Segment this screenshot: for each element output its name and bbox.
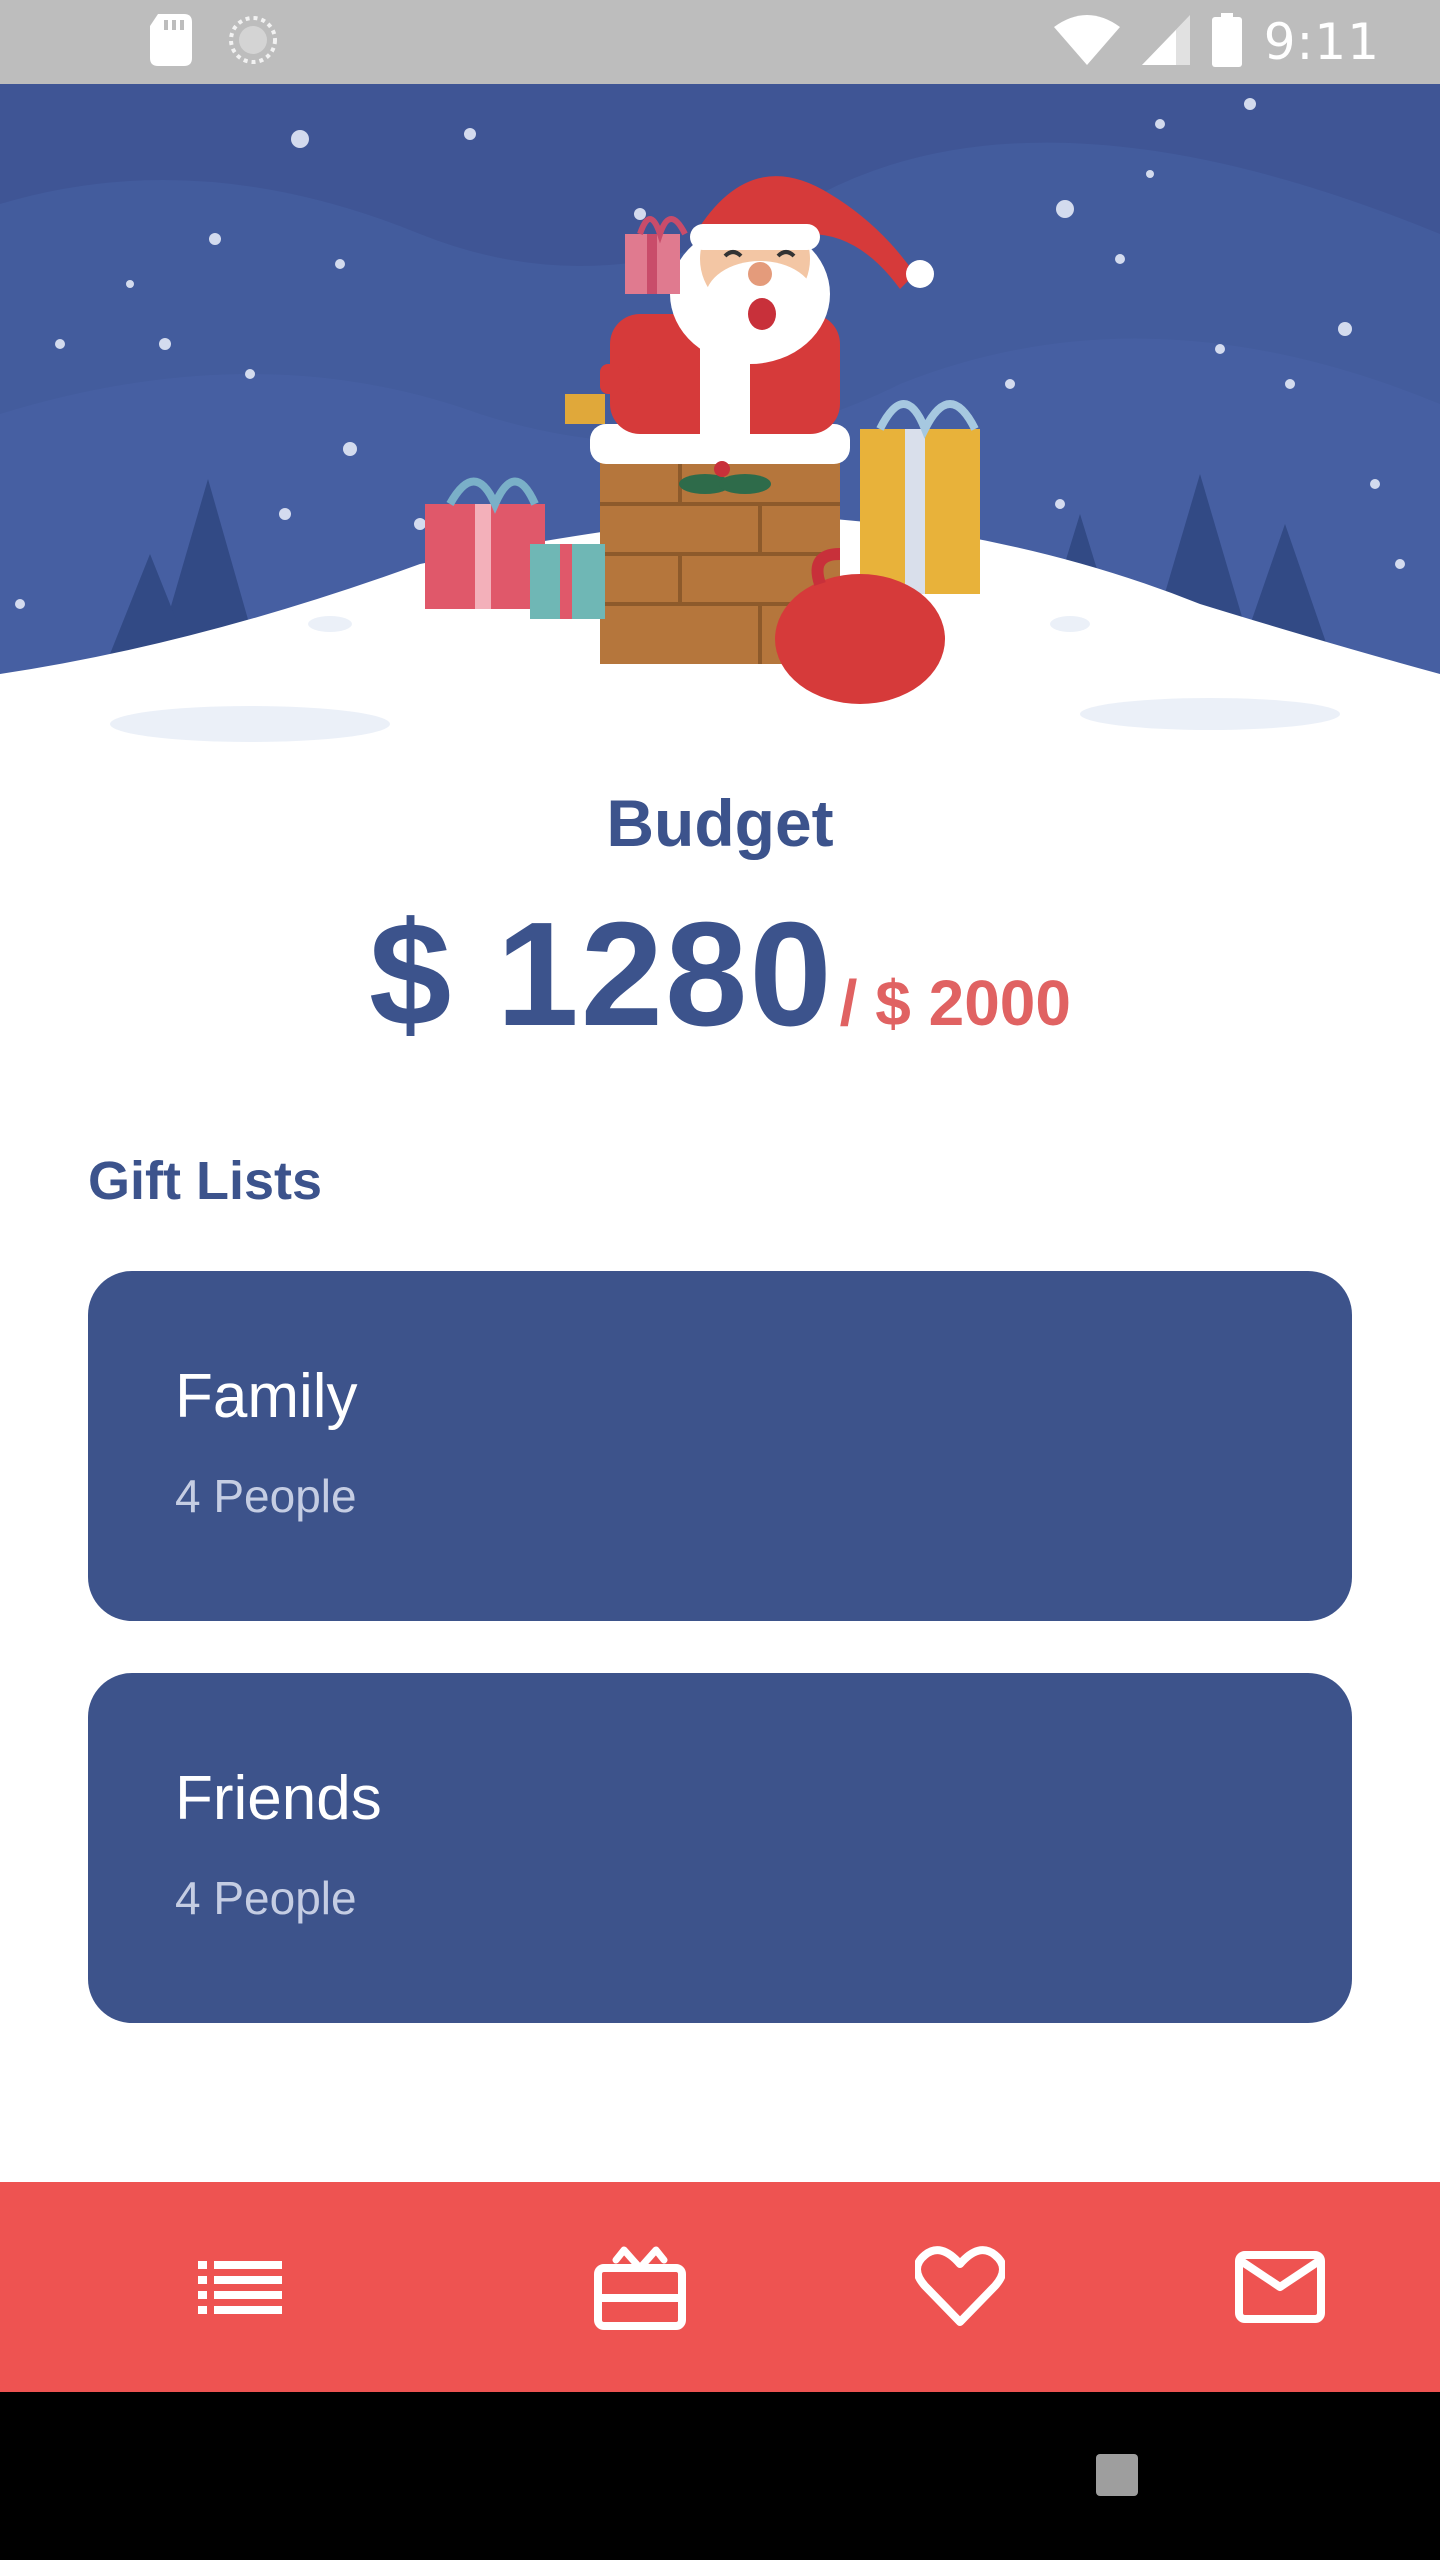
budget-total: / $ 2000 xyxy=(839,967,1071,1039)
status-time: 9:11 xyxy=(1263,13,1380,71)
nav-list-button[interactable] xyxy=(140,2182,340,2392)
nav-mail-button[interactable] xyxy=(1180,2182,1380,2392)
status-bar: 9:11 xyxy=(0,0,1440,84)
budget-spent: $ 1280 xyxy=(369,892,834,1057)
nav-heart-button[interactable] xyxy=(860,2182,1060,2392)
gift-list-name: Family xyxy=(175,1362,358,1431)
recents-button[interactable] xyxy=(1096,2454,1138,2496)
gift-list-count: 4 People xyxy=(175,1872,357,1924)
gift-lists-title: Gift Lists xyxy=(88,1151,323,1211)
loading-icon xyxy=(228,15,278,70)
bottom-nav xyxy=(0,2182,1440,2392)
battery-icon xyxy=(1211,12,1242,72)
gift-icon xyxy=(594,2246,686,2330)
santa-chimney-illustration xyxy=(0,84,1440,804)
heart-icon xyxy=(915,2246,1005,2326)
nav-gift-button[interactable] xyxy=(540,2182,740,2392)
wifi-icon xyxy=(1053,14,1120,70)
gift-list-count: 4 People xyxy=(175,1470,357,1522)
signal-icon xyxy=(1141,14,1190,70)
sd-card-icon xyxy=(150,13,192,71)
gift-list-card-family[interactable]: Family 4 People xyxy=(88,1271,1352,1621)
gift-list-card-friends[interactable]: Friends 4 People xyxy=(88,1673,1352,2023)
list-icon xyxy=(198,2261,282,2314)
budget-title: Budget xyxy=(606,786,834,860)
budget-amount: $ 1280 / $ 2000 xyxy=(0,890,1440,1060)
mail-icon xyxy=(1235,2251,1325,2323)
gift-list-name: Friends xyxy=(175,1764,382,1833)
system-nav-bar xyxy=(0,2392,1440,2560)
